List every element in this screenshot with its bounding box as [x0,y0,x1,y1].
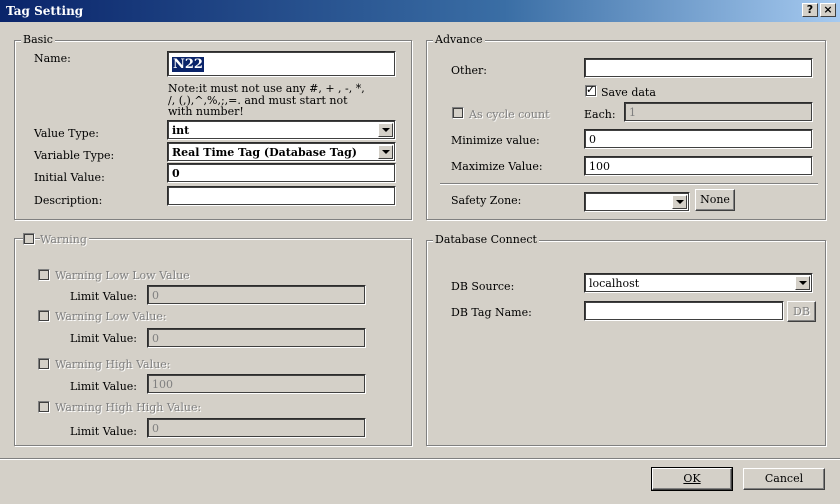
db-tag-name-input[interactable] [584,301,784,321]
advance-legend: Advance [433,33,485,46]
high-high-checkbox[interactable] [38,401,50,413]
db-source-label: DB Source: [451,280,515,293]
minimize-input[interactable]: 0 [584,129,813,149]
maximize-label: Maximize Value: [451,160,543,173]
low-checkbox[interactable] [38,310,50,322]
maximize-input[interactable]: 100 [584,156,813,176]
cycle-count-checkbox[interactable] [452,107,464,119]
variable-type-label: Variable Type: [34,149,115,162]
none-button[interactable]: None [695,189,735,211]
other-label: Other: [451,64,487,77]
high-high-label: Warning High High Value: [55,401,202,414]
basic-legend: Basic [21,33,55,46]
db-button[interactable]: DB [787,301,816,322]
db-tag-name-label: DB Tag Name: [451,306,532,319]
tag-setting-dialog: Tag Setting ? × Basic Name: N22 Note:it … [0,0,840,504]
close-button[interactable]: × [820,3,836,17]
high-label: Warning High Value: [55,358,171,371]
low-low-limit-input[interactable]: 0 [147,285,366,305]
high-limit-input[interactable]: 100 [147,374,366,394]
cancel-label: Cancel [764,472,804,485]
low-label: Warning Low Value: [55,310,167,323]
high-high-limit-input[interactable]: 0 [147,418,366,438]
description-label: Description: [34,194,103,207]
save-data-checkbox[interactable] [585,83,597,97]
cancel-button[interactable]: Cancel [743,468,825,490]
high-checkbox[interactable] [38,358,50,370]
other-input[interactable] [584,58,813,78]
description-input[interactable] [167,186,396,206]
each-label: Each: [584,108,616,121]
footer-separator [0,458,840,460]
variable-type-value: Real Time Tag (Database Tag) [172,146,357,159]
low-low-label: Warning Low Low Value [55,269,190,282]
ok-label: OK [683,472,701,485]
low-limit-input[interactable]: 0 [147,328,366,348]
database-group: Database Connect [426,233,826,446]
value-type-select[interactable]: int [167,120,396,140]
window-title: Tag Setting [6,4,84,18]
variable-type-select[interactable]: Real Time Tag (Database Tag) [167,142,396,162]
name-input[interactable]: N22 [167,51,396,77]
warning-legend: Warning [40,233,89,246]
high-limit-label: Limit Value: [70,380,137,393]
safety-zone-label: Safety Zone: [451,194,522,207]
db-source-select[interactable]: localhost [584,273,813,293]
help-button[interactable]: ? [802,3,818,17]
save-data-label: Save data [601,86,656,99]
low-low-checkbox[interactable] [38,269,50,281]
value-type-label: Value Type: [34,127,99,140]
database-legend: Database Connect [433,233,539,246]
chevron-down-icon[interactable] [795,276,810,290]
ok-button[interactable]: OK [651,467,733,491]
each-input[interactable]: 1 [624,102,813,122]
note-line-3: with number! [168,105,244,118]
low-low-limit-label: Limit Value: [70,290,137,303]
chevron-down-icon[interactable] [672,195,687,209]
initial-value-label: Initial Value: [34,171,105,184]
warning-checkbox[interactable] [23,233,35,245]
minimize-label: Minimize value: [451,134,540,147]
chevron-down-icon[interactable] [378,145,393,159]
high-high-limit-label: Limit Value: [70,425,137,438]
advance-separator [440,183,818,185]
title-bar[interactable]: Tag Setting ? × [0,0,840,22]
low-limit-label: Limit Value: [70,332,137,345]
cycle-count-label: As cycle count [469,108,550,121]
name-value: N22 [172,57,204,72]
initial-value-input[interactable]: 0 [167,163,396,183]
chevron-down-icon[interactable] [378,123,393,137]
db-source-value: localhost [589,277,640,290]
value-type-value: int [172,124,190,137]
safety-zone-select[interactable] [584,192,690,212]
name-label: Name: [34,52,71,65]
